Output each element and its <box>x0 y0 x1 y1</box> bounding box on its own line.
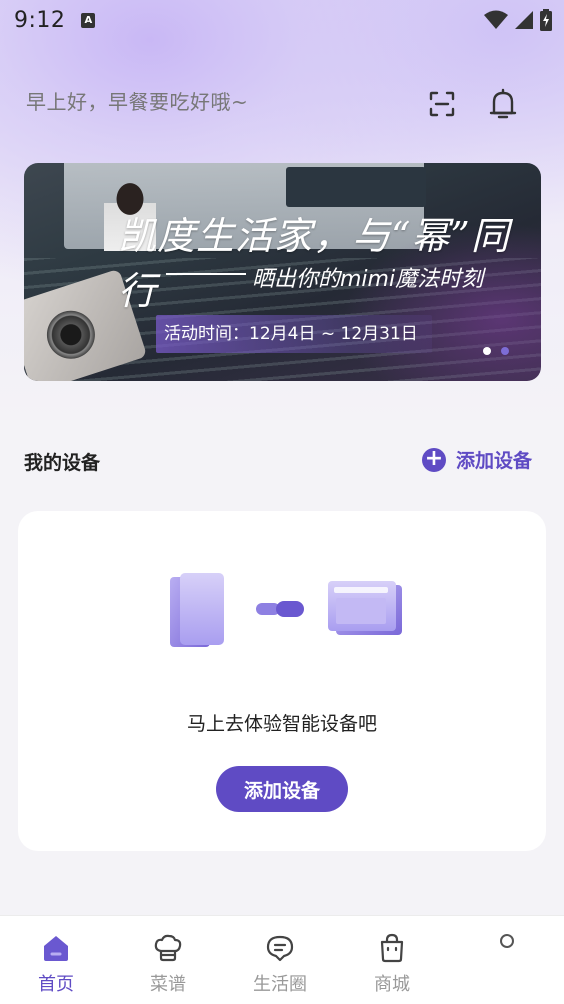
section-title-my-devices: 我的设备 <box>24 452 101 474</box>
banner-date: 活动时间：12月4日 ~ 12月31日 <box>156 315 432 353</box>
link-right-shape <box>276 601 304 617</box>
chat-bubble-icon <box>266 935 294 962</box>
tab-home[interactable]: 首页 <box>0 916 112 1004</box>
banner-title: 凯度生活家，与“幂”同行 <box>118 214 510 313</box>
plus-circle-icon: + <box>422 447 446 472</box>
scan-icon <box>429 91 455 117</box>
greeting-text: 早上好，早餐要吃好哦~ <box>26 90 249 114</box>
battery-icon <box>540 9 552 31</box>
add-device-button[interactable]: 添加设备 <box>216 766 348 812</box>
status-time: 9:12 <box>14 7 66 33</box>
empty-devices-text: 马上去体验智能设备吧 <box>186 713 377 735</box>
phone-front-shape <box>180 573 224 645</box>
pagination-dot-active[interactable] <box>483 347 491 355</box>
add-device-link-label: 添加设备 <box>456 450 533 472</box>
empty-devices-card: 马上去体验智能设备吧 添加设备 <box>18 511 546 851</box>
bottom-tab-bar: 首页 菜谱 生活圈 商城 <box>0 915 564 1004</box>
banner-pagination <box>483 347 509 355</box>
devices-illustration <box>170 573 402 647</box>
tab-recipes-label: 菜谱 <box>150 974 186 995</box>
chef-hat-icon <box>154 934 182 962</box>
tab-life-circle[interactable]: 生活圈 <box>224 916 336 1004</box>
notifications-button[interactable] <box>488 88 518 120</box>
tab-home-label: 首页 <box>38 974 74 995</box>
status-bar: 9:12 A <box>0 0 564 40</box>
scan-button[interactable] <box>428 90 456 118</box>
banner-subtitle-dash <box>166 273 246 275</box>
shopping-bag-icon <box>380 933 404 963</box>
tab-life-circle-label: 生活圈 <box>253 974 307 995</box>
tab-mall[interactable]: 商城 <box>336 916 448 1004</box>
oven-window <box>336 598 386 624</box>
banner-subtitle: 晒出你的mimi魔法时刻 <box>252 267 484 292</box>
status-indicators <box>484 9 552 31</box>
camera-lens <box>40 304 102 365</box>
wifi-icon <box>484 10 508 29</box>
promo-banner[interactable]: 凯度生活家，与“幂”同行 晒出你的mimi魔法时刻 活动时间：12月4日 ~ 1… <box>24 163 541 381</box>
oven-top-bar <box>334 587 388 593</box>
add-device-link[interactable]: + 添加设备 <box>422 446 532 473</box>
tab-mall-label: 商城 <box>374 974 410 995</box>
notification-a-icon: A <box>81 12 96 28</box>
banner-screen-image <box>286 167 426 207</box>
pagination-dot[interactable] <box>501 347 509 355</box>
tab-profile-indicator-icon[interactable] <box>500 934 514 948</box>
bell-icon <box>489 88 517 119</box>
cellular-signal-icon <box>515 11 533 29</box>
tab-recipes[interactable]: 菜谱 <box>112 916 224 1004</box>
home-icon <box>44 936 68 961</box>
